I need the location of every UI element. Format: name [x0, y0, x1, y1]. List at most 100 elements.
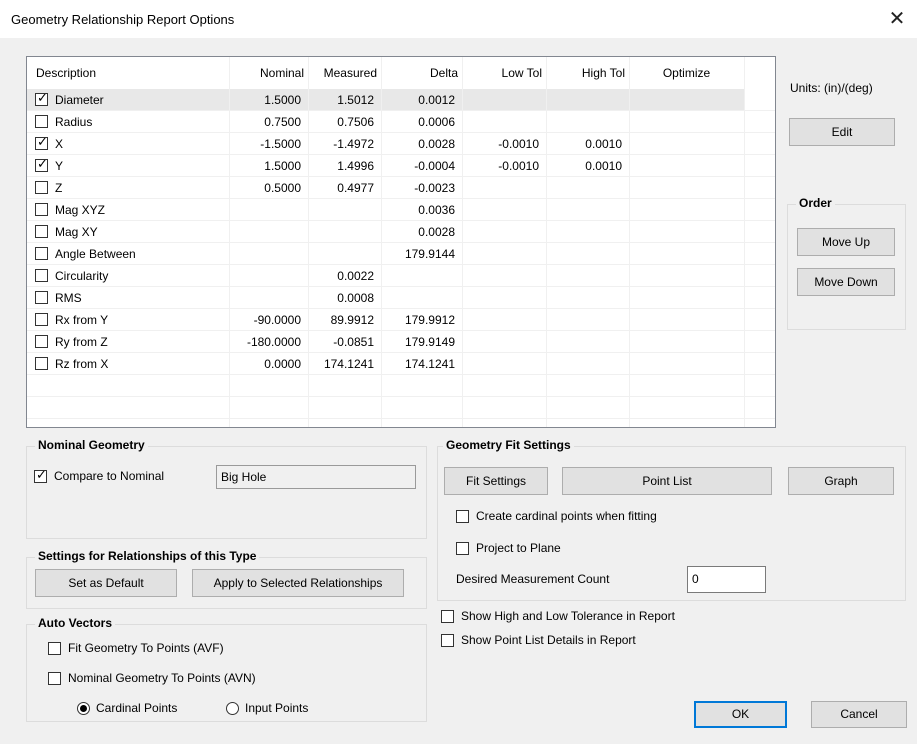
row-checkbox[interactable]: [35, 269, 48, 282]
relationship-table[interactable]: Description Nominal Measured Delta Low Tol Hi…: [26, 56, 776, 428]
row-value-delta: [384, 287, 455, 309]
row-divider: [27, 396, 775, 397]
row-value-low: [465, 287, 539, 309]
show-point-list-label: Show Point List Details in Report: [461, 633, 636, 647]
row-value-low: [465, 309, 539, 331]
row-checkbox[interactable]: ✓: [35, 91, 48, 106]
input-points-radio[interactable]: [226, 702, 239, 715]
row-value-measured: [311, 199, 374, 221]
row-value-low: -0.0010: [498, 137, 539, 151]
row-checkbox[interactable]: ✓: [35, 157, 48, 172]
close-icon[interactable]: ✕: [884, 6, 910, 32]
row-value-high: 0.0010: [585, 159, 622, 173]
fit-settings-button[interactable]: Fit Settings: [444, 467, 548, 495]
checkmark-icon: ✓: [37, 134, 48, 149]
show-tolerance-checkbox[interactable]: [441, 610, 454, 623]
row-value-high: 0.0010: [585, 137, 622, 151]
row-value-low: [465, 243, 539, 265]
compare-to-nominal-checkbox[interactable]: ✓: [34, 467, 47, 483]
row-value-nominal: 0.0000: [264, 357, 301, 371]
row-checkbox[interactable]: [35, 115, 48, 128]
auto-vectors-title: Auto Vectors: [35, 616, 116, 630]
column-header[interactable]: Nominal: [233, 57, 304, 89]
row-checkbox[interactable]: [35, 291, 48, 304]
order-title: Order: [796, 196, 835, 210]
column-header[interactable]: Description: [36, 57, 229, 89]
row-description: Mag XY: [55, 225, 98, 239]
ok-button[interactable]: OK: [694, 701, 787, 728]
row-value-delta: 179.9144: [404, 247, 455, 261]
set-as-default-button[interactable]: Set as Default: [35, 569, 177, 597]
row-value-high: [549, 309, 622, 331]
row-value-low: [465, 111, 539, 133]
move-up-button[interactable]: Move Up: [797, 228, 895, 256]
move-down-button[interactable]: Move Down: [797, 268, 895, 296]
row-value-delta: 0.0012: [418, 93, 455, 107]
row-description: Circularity: [55, 269, 109, 283]
edit-button[interactable]: Edit: [789, 118, 895, 146]
row-value-low: [465, 221, 539, 243]
row-value-nominal: -180.0000: [246, 335, 301, 349]
row-checkbox[interactable]: [35, 181, 48, 194]
row-checkbox[interactable]: [35, 203, 48, 216]
apply-to-selected-button[interactable]: Apply to Selected Relationships: [192, 569, 404, 597]
row-divider: [27, 418, 775, 419]
row-checkbox[interactable]: [35, 357, 48, 370]
avf-checkbox[interactable]: [48, 642, 61, 655]
row-description: Diameter: [55, 93, 104, 107]
row-value-low: [465, 199, 539, 221]
cancel-button[interactable]: Cancel: [811, 701, 907, 728]
row-value-nominal: -90.0000: [253, 313, 301, 327]
column-header[interactable]: High Tol: [550, 57, 625, 89]
cardinal-points-radio[interactable]: [77, 702, 90, 715]
row-checkbox[interactable]: [35, 247, 48, 260]
row-description: Rx from Y: [55, 313, 109, 327]
row-value-high: [549, 265, 622, 287]
column-header[interactable]: Delta: [385, 57, 458, 89]
row-value-delta: 179.9912: [404, 313, 455, 327]
cardinal-points-fitting-checkbox[interactable]: [456, 510, 469, 523]
fit-settings-title: Geometry Fit Settings: [443, 438, 574, 452]
point-list-button[interactable]: Point List: [562, 467, 772, 495]
row-value-delta: -0.0023: [414, 181, 455, 195]
row-value-delta: 0.0006: [418, 115, 455, 129]
row-description: Radius: [55, 115, 93, 129]
row-value-measured: 1.5012: [337, 93, 374, 107]
radio-selected-dot: [80, 705, 87, 712]
row-value-high: [549, 111, 622, 133]
row-value-high: [549, 331, 622, 353]
checkmark-icon: ✓: [36, 467, 47, 482]
row-checkbox[interactable]: [35, 335, 48, 348]
row-value-high: [549, 177, 622, 199]
desired-count-input[interactable]: 0: [687, 566, 766, 593]
row-checkbox[interactable]: [35, 313, 48, 326]
row-value-nominal: 0.5000: [264, 181, 301, 195]
column-header[interactable]: Measured: [312, 57, 377, 89]
row-value-delta: 0.0028: [418, 225, 455, 239]
row-description: RMS: [55, 291, 82, 305]
nominal-geometry-name-field[interactable]: Big Hole: [216, 465, 416, 489]
nominal-geometry-title: Nominal Geometry: [35, 438, 148, 452]
compare-to-nominal-label: Compare to Nominal: [54, 469, 165, 483]
show-point-list-checkbox[interactable]: [441, 634, 454, 647]
order-group: [787, 204, 906, 330]
row-value-nominal: [232, 221, 301, 243]
row-value-nominal: 0.7500: [264, 115, 301, 129]
row-value-high: [549, 89, 622, 111]
row-checkbox[interactable]: ✓: [35, 134, 48, 150]
units-label: Units: (in)/(deg): [790, 81, 873, 95]
cardinal-points-fitting-label: Create cardinal points when fitting: [476, 509, 657, 523]
row-description: Y: [55, 159, 64, 173]
row-value-measured: 89.9912: [330, 313, 374, 327]
column-header[interactable]: Low Tol: [466, 57, 542, 89]
column-header[interactable]: Optimize: [633, 57, 740, 89]
avn-checkbox[interactable]: [48, 672, 61, 685]
input-points-label: Input Points: [245, 701, 309, 715]
row-value-nominal: 1.5000: [264, 159, 301, 173]
row-value-low: [465, 177, 539, 199]
project-to-plane-checkbox[interactable]: [456, 542, 469, 555]
desired-count-label: Desired Measurement Count: [456, 572, 610, 586]
row-checkbox[interactable]: [35, 225, 48, 238]
row-value-nominal: 1.5000: [264, 93, 301, 107]
graph-button[interactable]: Graph: [788, 467, 894, 495]
